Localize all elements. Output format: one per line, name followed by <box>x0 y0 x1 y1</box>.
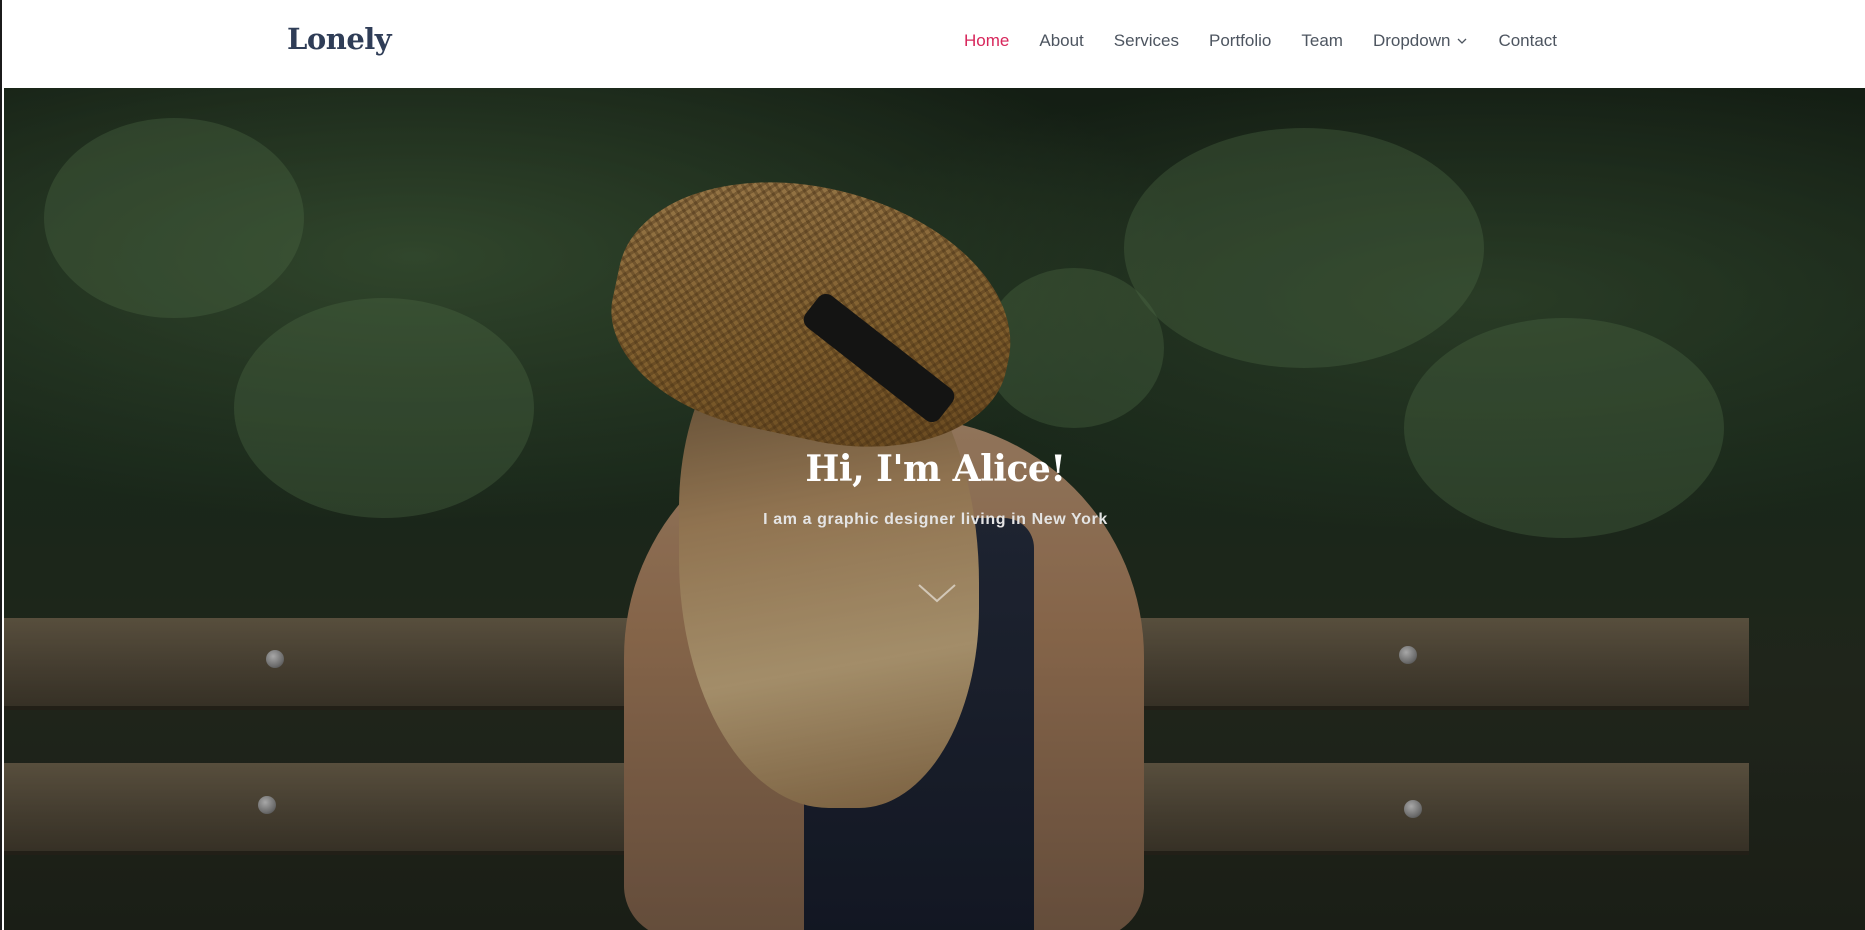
site-header: Lonely Home About Services Portfolio Tea… <box>4 0 1865 88</box>
nav-item-dropdown[interactable]: Dropdown <box>1373 31 1469 51</box>
site-logo[interactable]: Lonely <box>287 22 392 56</box>
hero-title: Hi, I'm Alice! <box>805 448 1066 490</box>
nav-item-portfolio[interactable]: Portfolio <box>1209 31 1271 51</box>
nav-item-dropdown-label: Dropdown <box>1372 31 1451 50</box>
nav-item-services[interactable]: Services <box>1114 31 1179 51</box>
chevron-down-icon <box>1457 38 1467 44</box>
page-frame: Lonely Home About Services Portfolio Tea… <box>0 0 1865 930</box>
hero-section: Hi, I'm Alice! I am a graphic designer l… <box>4 88 1865 930</box>
hero-overlay <box>4 88 1865 930</box>
nav-item-about[interactable]: About <box>1039 31 1083 51</box>
main-nav: Home About Services Portfolio Team Dropd… <box>964 31 1557 51</box>
nav-item-team[interactable]: Team <box>1301 31 1343 51</box>
nav-item-contact[interactable]: Contact <box>1498 31 1557 51</box>
scroll-down-chevron-icon[interactable] <box>916 581 958 605</box>
hero-subtitle: I am a graphic designer living in New Yo… <box>763 511 1108 528</box>
nav-item-home[interactable]: Home <box>964 31 1009 51</box>
